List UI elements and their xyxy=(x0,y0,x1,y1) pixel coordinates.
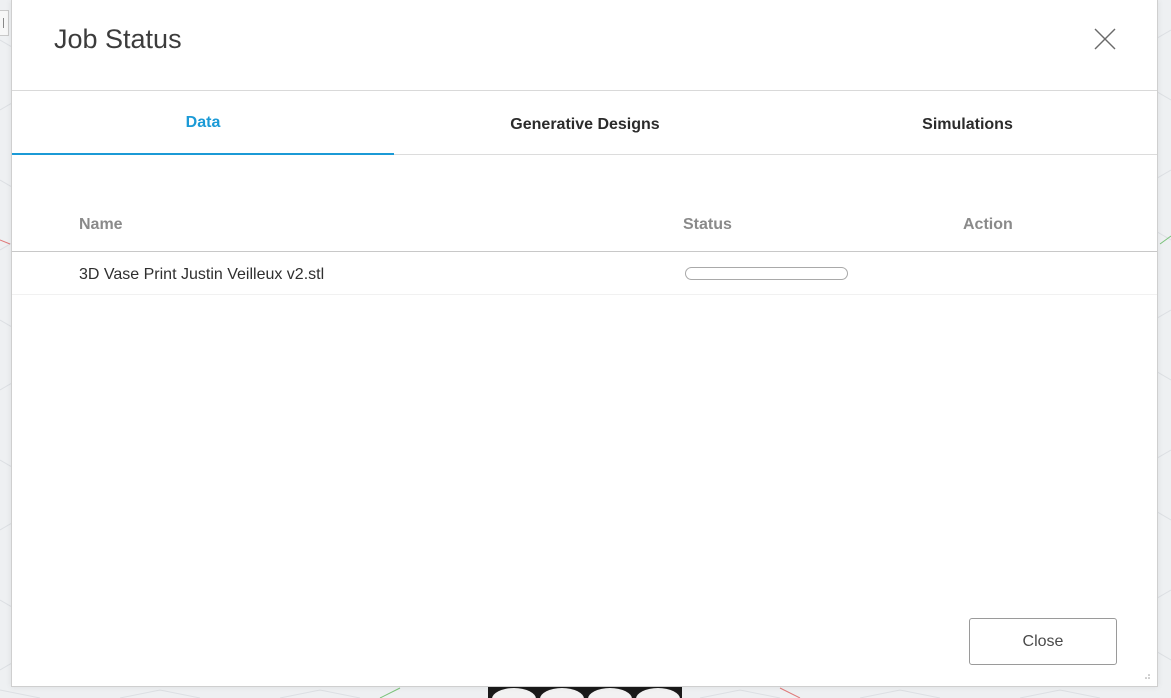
job-name: 3D Vase Print Justin Veilleux v2.stl xyxy=(79,266,325,283)
tab-bar: Data Generative Designs Simulations xyxy=(12,92,1157,155)
tab-simulations[interactable]: Simulations xyxy=(776,92,1159,155)
tab-generative-designs[interactable]: Generative Designs xyxy=(394,92,776,155)
dialog-header: Job Status xyxy=(12,0,1157,91)
resize-grip-icon[interactable] xyxy=(1141,670,1151,680)
job-progress-bar xyxy=(685,267,848,280)
column-header-name: Name xyxy=(79,216,123,233)
model-preview xyxy=(488,686,682,698)
table-header: Name Status Action xyxy=(12,200,1157,252)
toolbar-edge xyxy=(0,10,9,36)
table-row: 3D Vase Print Justin Veilleux v2.stl xyxy=(12,253,1157,295)
column-header-status: Status xyxy=(683,216,732,233)
tab-data[interactable]: Data xyxy=(12,92,394,155)
close-icon[interactable] xyxy=(1093,27,1117,51)
column-header-action: Action xyxy=(963,216,1013,233)
dialog-title: Job Status xyxy=(54,24,182,54)
job-status-dialog: Job Status Data Generative Designs Simul… xyxy=(11,0,1158,687)
close-button[interactable]: Close xyxy=(969,618,1117,665)
